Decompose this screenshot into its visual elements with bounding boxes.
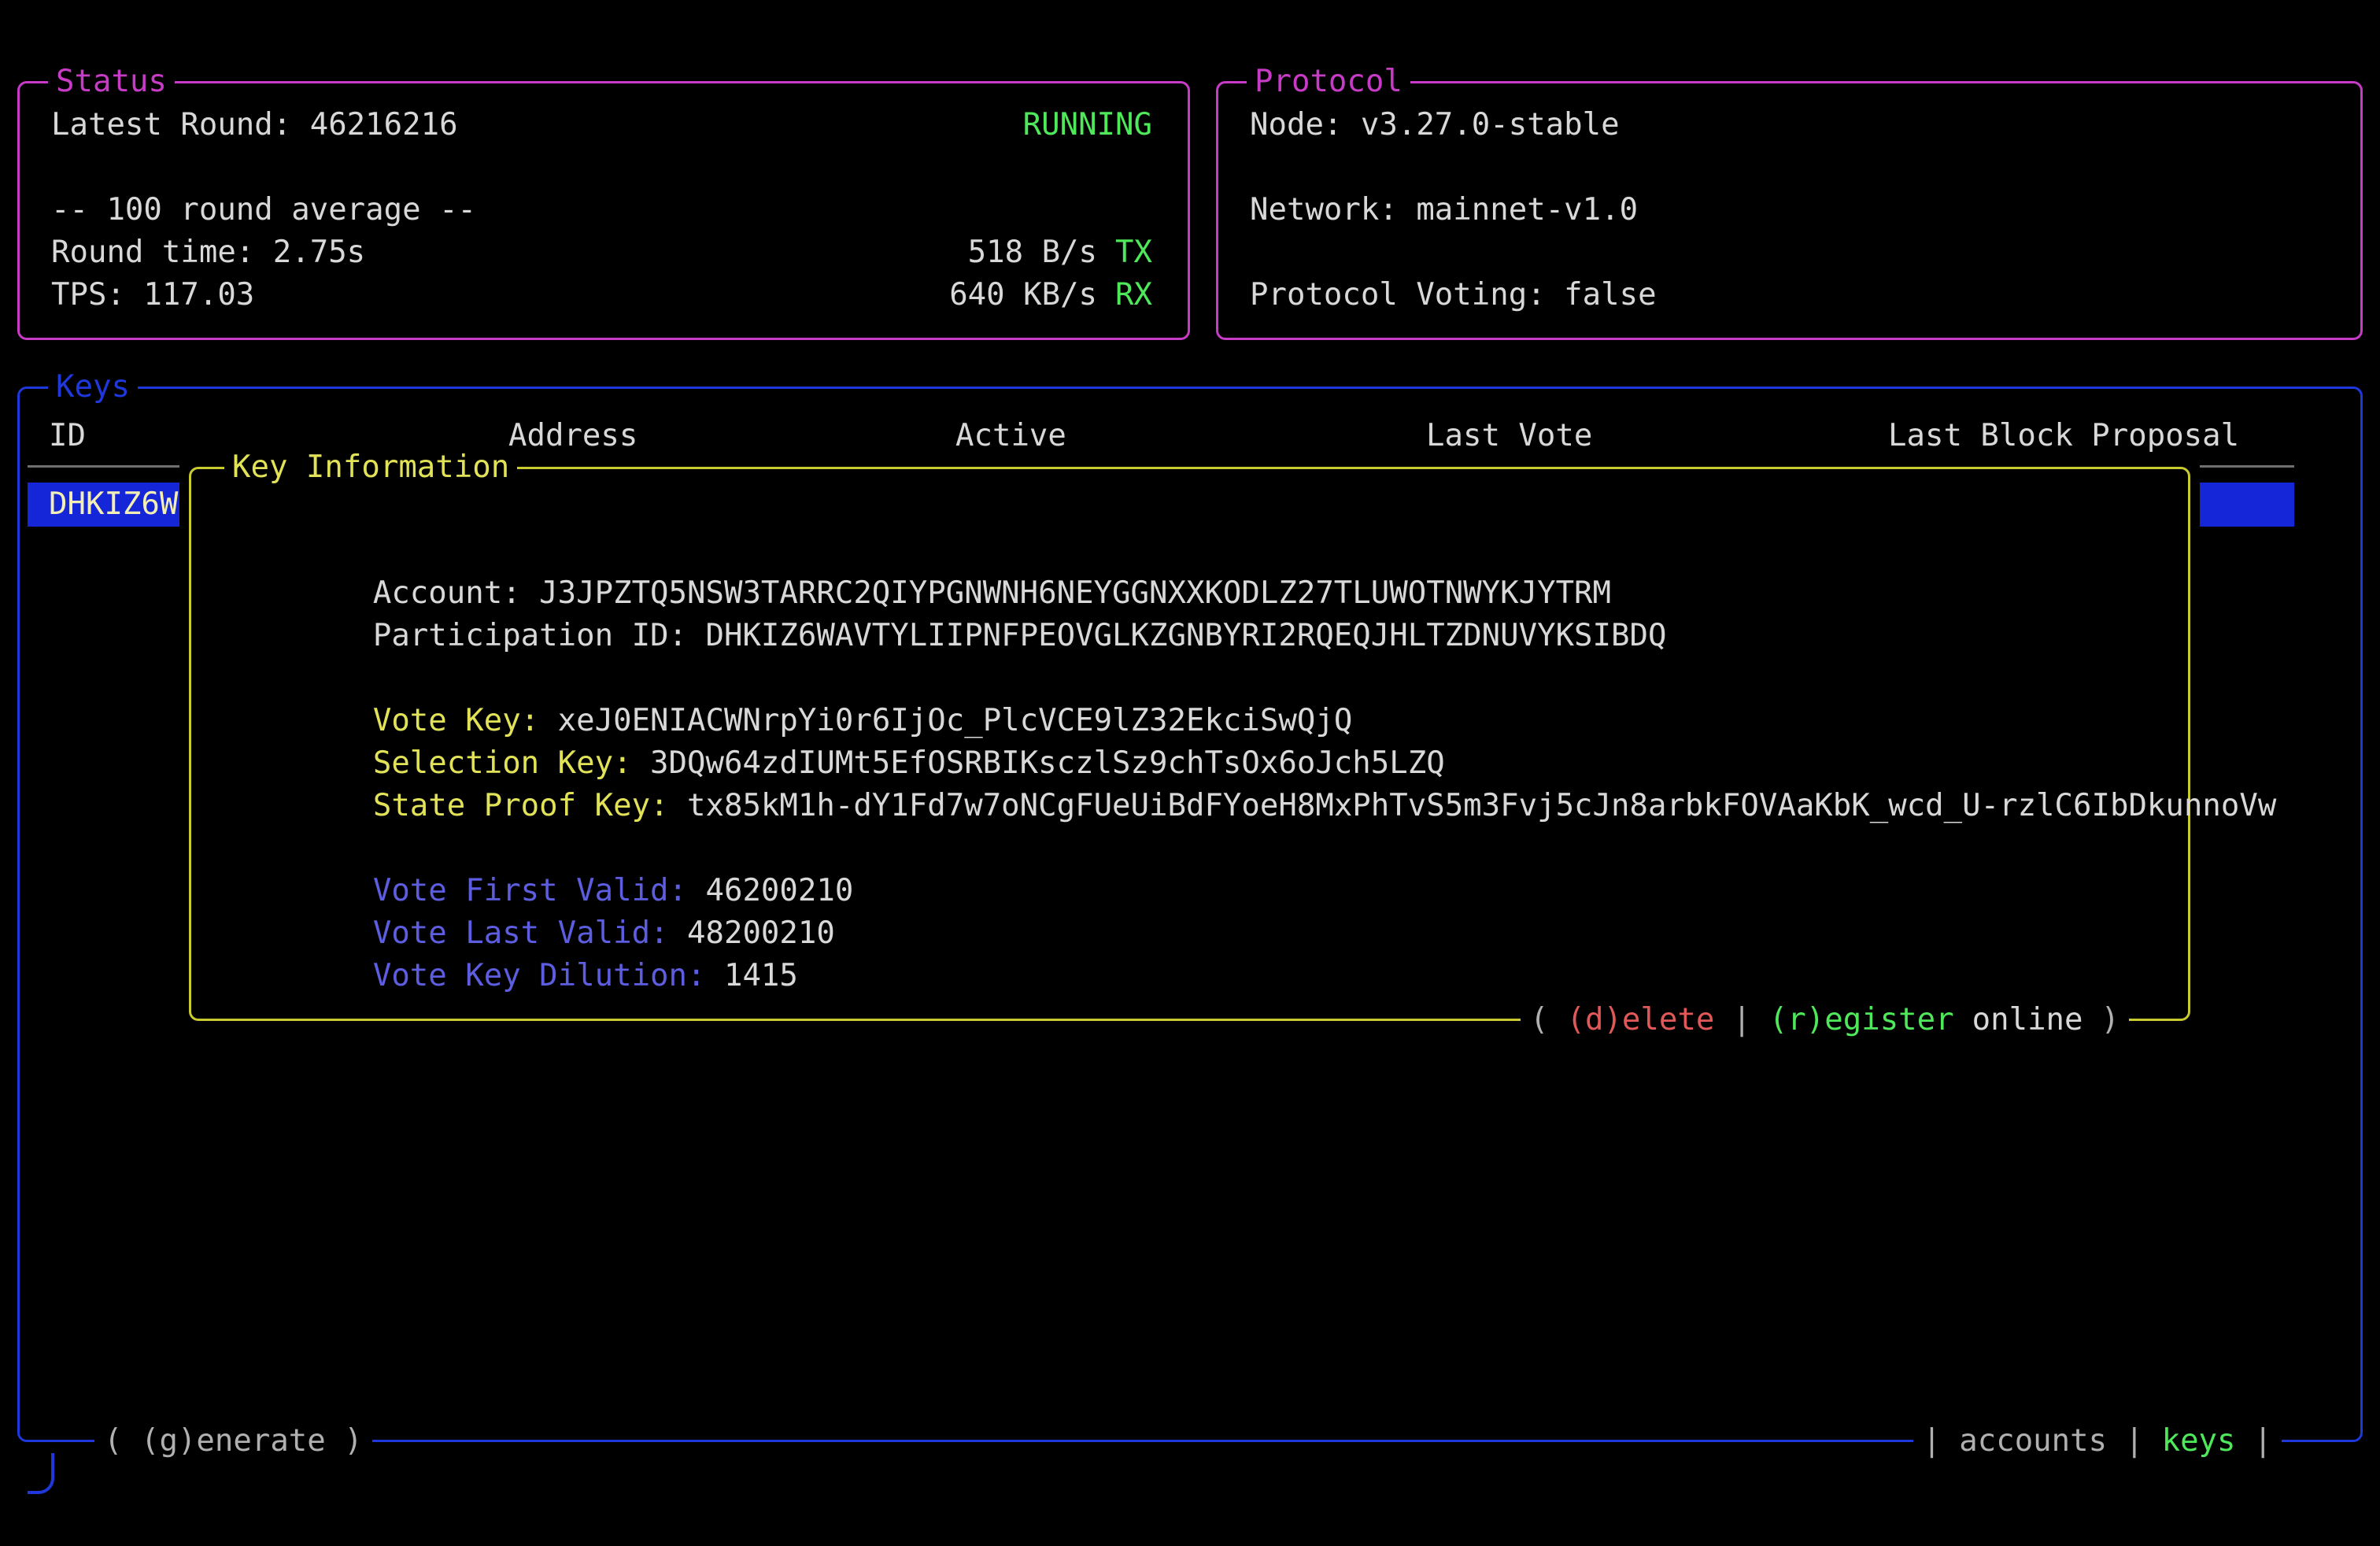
tps-text: TPS: 117.03 [51,274,254,316]
vote-key-label: Vote Key: [373,703,558,738]
state-proof-key-value: tx85kM1h-dY1Fd7w7oNCgFUeUiBdFYoeH8MxPhTv… [687,788,2276,823]
column-header-active: Active [955,415,1066,457]
column-header-last-vote: Last Vote [1426,415,1592,457]
protocol-voting-text: Protocol Voting: false [1250,274,1657,316]
view-tabs: | accounts | keys | [1913,1420,2282,1463]
header-separator-left [28,465,179,468]
vote-key-value: xeJ0ENIACWNrpYi0r6IjOc_PlcVCE9lZ32EkciSw… [558,703,1353,738]
vote-last-valid-label: Vote Last Valid: [373,915,687,951]
key-information-panel: Key Information Account: J3JPZTQ5NSW3TAR… [189,467,2190,1021]
stray-border-glyph [28,1453,54,1494]
selected-key-id: DHKIZ6W [49,483,178,526]
tx-rate-value: 518 B/s [968,231,1097,274]
tab-keys[interactable]: keys [2162,1420,2236,1463]
key-information-title: Key Information [224,446,517,489]
selection-key-label: Selection Key: [373,745,650,781]
generate-button[interactable]: ( (g)enerate ) [94,1420,372,1463]
account-label: Account: [373,575,539,611]
round-time-text: Round time: 2.75s [51,231,365,274]
tx-label: TX [1115,231,1152,274]
protocol-panel-title: Protocol [1247,61,1410,103]
blank-line [1250,231,2325,274]
blank-line [1250,146,2325,189]
vote-first-valid-value: 46200210 [705,873,853,908]
table-row-selected-id-cell[interactable]: DHKIZ6W [28,483,179,527]
actions-open-paren: ( [1530,999,1548,1041]
round-average-header: -- 100 round average -- [51,189,476,231]
rx-rate-value: 640 KB/s [949,274,1097,316]
vote-key-dilution-value: 1415 [724,958,798,993]
register-suffix: online [1972,999,2083,1041]
blank-line [51,146,1152,189]
column-header-last-block-proposal: Last Block Proposal [1888,415,2239,457]
network-text: Network: mainnet-v1.0 [1250,189,1638,231]
delete-button[interactable]: (d)elete [1566,999,1714,1041]
status-panel-title: Status [48,61,175,103]
key-actions-bar: ( (d)elete | (r)egister online ) [1521,999,2129,1041]
protocol-panel: Protocol Node: v3.27.0-stable Network: m… [1216,81,2363,340]
register-button[interactable]: (r)egister [1769,999,1954,1041]
status-panel: Status Latest Round: 46216216 RUNNING --… [17,81,1190,340]
participation-id-value: DHKIZ6WAVTYLIIPNFPEOVGLKZGNBYRI2RQEQJHLT… [705,618,1666,653]
latest-round-text: Latest Round: 46216216 [51,104,458,146]
participation-id-label: Participation ID: [373,618,706,653]
tab-accounts[interactable]: accounts [1959,1420,2107,1463]
tab-divider: | [2125,1420,2143,1463]
vote-first-valid-label: Vote First Valid: [373,873,706,908]
vote-key-dilution-label: Vote Key Dilution: [373,958,724,993]
tab-divider: | [2254,1420,2272,1463]
actions-divider: | [1732,999,1750,1041]
table-row-selected-right-stub[interactable] [2200,483,2294,527]
state-proof-key-label: State Proof Key: [373,788,687,823]
selection-key-value: 3DQw64zdIUMt5EfOSRBIKsczlSz9chTsOx6oJch5… [650,745,1445,781]
account-value: J3JPZTQ5NSW3TARRC2QIYPGNWNH6NEYGGNXXKODL… [539,575,1611,611]
node-state-badge: RUNNING [1023,104,1152,146]
node-version-text: Node: v3.27.0-stable [1250,104,1620,146]
column-header-id: ID [49,415,86,457]
rx-label: RX [1115,274,1152,316]
keys-panel-title: Keys [48,366,138,409]
header-separator-right [2200,465,2294,468]
tab-divider: | [1923,1420,1941,1463]
actions-close-paren: ) [2101,999,2119,1041]
vote-last-valid-value: 48200210 [687,915,835,951]
column-header-address: Address [508,415,638,457]
